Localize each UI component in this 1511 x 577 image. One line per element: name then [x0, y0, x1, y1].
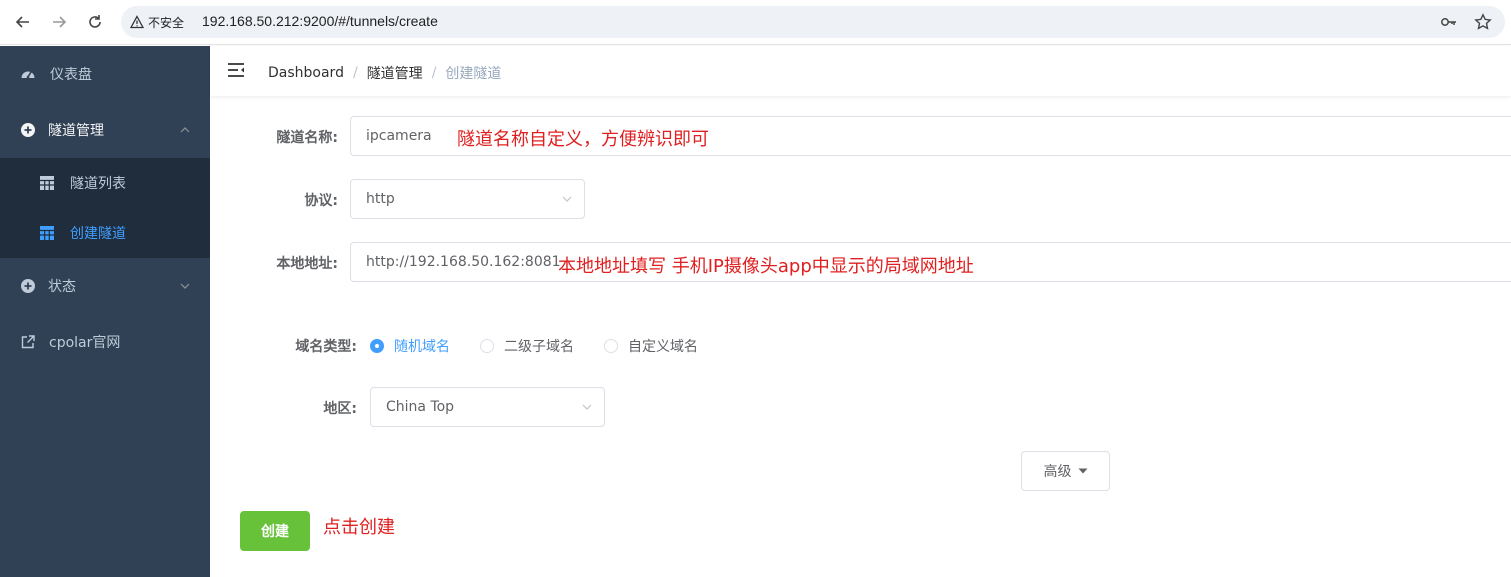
domain-type-label: 域名类型: — [295, 339, 357, 355]
protocol-value: http — [366, 191, 395, 207]
back-arrow-icon[interactable] — [11, 10, 35, 34]
breadcrumb-separator: / — [352, 65, 358, 81]
chevron-up-icon — [180, 125, 190, 136]
security-indicator[interactable]: 不安全 — [130, 13, 184, 31]
breadcrumb: Dashboard / 隧道管理 / 创建隧道 — [268, 63, 501, 83]
chevron-down-icon — [582, 404, 592, 410]
security-label: 不安全 — [148, 15, 185, 30]
hamburger-menu-icon[interactable] — [227, 62, 245, 78]
table-icon — [40, 226, 54, 240]
local-address-value: http://192.168.50.162:8081 — [366, 254, 561, 270]
sidebar-item-cpolar-site[interactable]: cpolar官网 — [0, 314, 210, 370]
radio-label: 随机域名 — [394, 339, 450, 355]
create-annotation: 点击创建 — [323, 517, 395, 538]
advanced-label: 高级 — [1043, 464, 1072, 480]
external-link-icon — [20, 334, 36, 350]
sidebar-item-label: 仪表盘 — [50, 67, 92, 83]
plus-circle-icon — [20, 122, 36, 138]
breadcrumb-create-tunnel: 创建隧道 — [445, 66, 502, 82]
tunnel-name-label: 隧道名称: — [276, 130, 338, 146]
warning-triangle-icon — [130, 15, 144, 29]
radio-label: 二级子域名 — [504, 339, 574, 355]
chevron-down-icon — [562, 196, 572, 202]
plus-circle-icon — [20, 278, 36, 294]
radio-subdomain[interactable]: 二级子域名 — [480, 336, 574, 356]
breadcrumb-separator: / — [431, 65, 437, 81]
sidebar-item-tunnel-list[interactable]: 隧道列表 — [0, 158, 210, 208]
chevron-down-icon — [180, 281, 190, 292]
sidebar-item-label: 创建隧道 — [70, 226, 126, 242]
reload-icon[interactable] — [83, 10, 107, 34]
browser-toolbar: 不安全 192.168.50.212:9200/#/tunnels/create — [0, 0, 1511, 45]
sidebar-item-status[interactable]: 状态 — [0, 258, 210, 314]
radio-custom-domain[interactable]: 自定义域名 — [604, 336, 698, 356]
tunnel-name-value: ipcamera — [366, 128, 432, 144]
region-select[interactable]: China Top — [370, 387, 605, 427]
region-label: 地区: — [323, 401, 357, 417]
advanced-button[interactable]: 高级 — [1021, 451, 1110, 491]
sidebar-item-label: 状态 — [48, 279, 76, 295]
sidebar-item-tunnel-management[interactable]: 隧道管理 — [0, 102, 210, 158]
local-address-annotation: 本地地址填写 手机IP摄像头app中显示的局域网地址 — [558, 256, 974, 277]
radio-random-domain[interactable]: 随机域名 — [370, 336, 450, 356]
address-bar[interactable]: 不安全 192.168.50.212:9200/#/tunnels/create — [121, 6, 1505, 38]
dashboard-icon — [20, 66, 36, 82]
radio-dot — [480, 339, 494, 353]
sidebar: 仪表盘 隧道管理 隧道列表 创建隧道 状态 cpolar官网 — [0, 46, 210, 577]
radio-dot — [604, 339, 618, 353]
sidebar-item-label: cpolar官网 — [49, 335, 121, 351]
star-bookmark-icon[interactable] — [1473, 12, 1493, 32]
protocol-select[interactable]: http — [350, 179, 585, 219]
radio-label: 自定义域名 — [628, 339, 698, 355]
forward-arrow-icon[interactable] — [47, 10, 71, 34]
tunnel-name-annotation: 隧道名称自定义，方便辨识即可 — [457, 129, 709, 150]
radio-dot — [370, 339, 384, 353]
sidebar-item-dashboard[interactable]: 仪表盘 — [0, 46, 210, 102]
sidebar-item-label: 隧道列表 — [70, 176, 126, 192]
region-value: China Top — [386, 399, 455, 415]
caret-down-icon — [1078, 468, 1087, 474]
table-icon — [40, 176, 54, 190]
key-icon[interactable] — [1439, 12, 1459, 32]
breadcrumb-tunnel-management[interactable]: 隧道管理 — [367, 63, 423, 83]
sidebar-item-create-tunnel[interactable]: 创建隧道 — [0, 208, 210, 258]
breadcrumb-dashboard[interactable]: Dashboard — [268, 65, 344, 81]
create-button[interactable]: 创建 — [240, 511, 310, 551]
local-address-label: 本地地址: — [276, 256, 338, 272]
page-header: Dashboard / 隧道管理 / 创建隧道 — [210, 46, 1511, 96]
url-text[interactable]: 192.168.50.212:9200/#/tunnels/create — [202, 13, 438, 29]
sidebar-item-label: 隧道管理 — [48, 123, 104, 139]
protocol-label: 协议: — [304, 193, 338, 209]
